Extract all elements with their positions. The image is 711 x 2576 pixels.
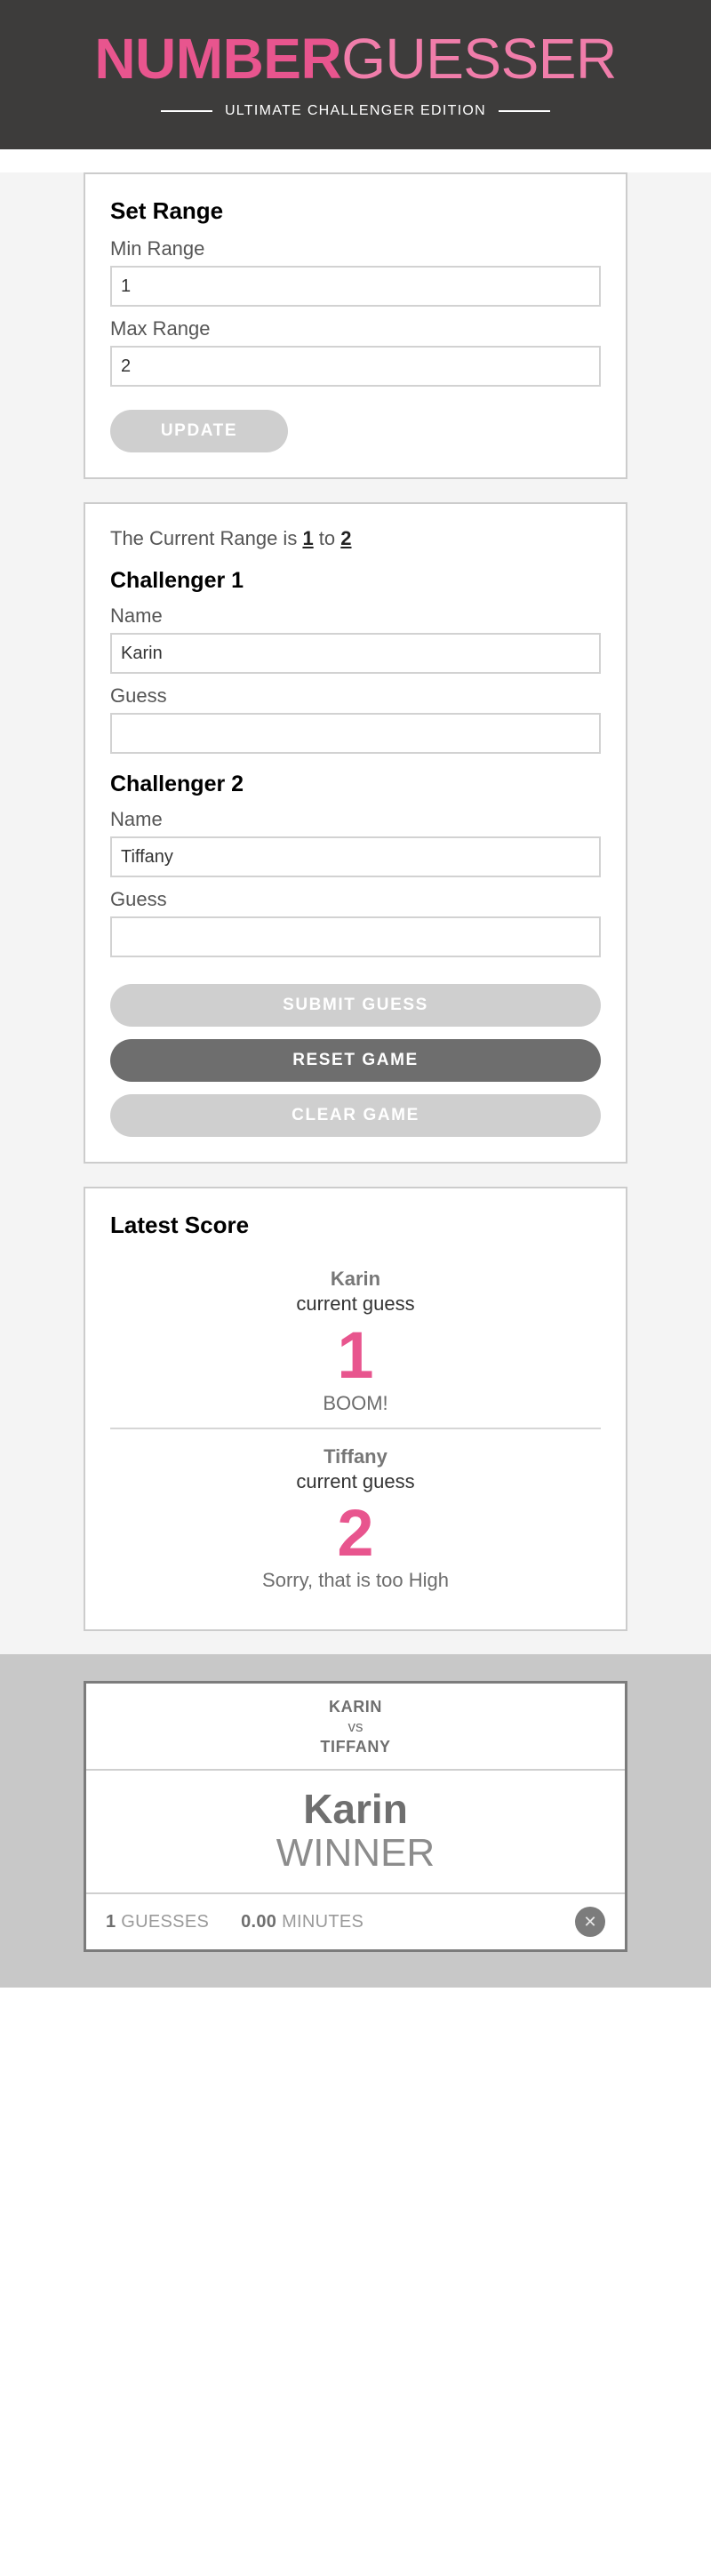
matchup-vs-label: vs: [348, 1718, 363, 1736]
game-button-group: SUBMIT GUESS RESET GAME CLEAR GAME: [110, 984, 601, 1137]
logo-thin-text: GUESSER: [341, 27, 617, 91]
logo-bold-text: NUMBER: [94, 27, 342, 91]
challenger-2-name-label: Name: [110, 808, 163, 830]
score-entry: Karin current guess 1 BOOM!: [110, 1252, 601, 1428]
current-range-text: The Current Range is 1 to 2: [110, 527, 601, 550]
score-entry-message: BOOM!: [323, 1391, 388, 1414]
challenger-2-name-input[interactable]: [110, 836, 601, 877]
score-entry-name: Karin: [330, 1268, 381, 1290]
current-range-min: 1: [302, 527, 314, 549]
score-entry-sublabel: current guess: [296, 1469, 415, 1492]
score-entry-value: 1: [337, 1318, 374, 1392]
score-entry: Tiffany current guess 2 Sorry, that is t…: [110, 1427, 601, 1605]
app-tagline: ULTIMATE CHALLENGER EDITION: [160, 103, 551, 119]
close-icon[interactable]: ✕: [575, 1907, 605, 1938]
matchup-player-one: KARIN: [329, 1698, 382, 1716]
minutes-value: 0.00: [241, 1911, 277, 1932]
guesses-value: 1: [106, 1911, 116, 1932]
matchup-player-two: TIFFANY: [320, 1738, 391, 1756]
latest-score-title: Latest Score: [110, 1212, 250, 1238]
current-range-mid: to: [313, 527, 341, 549]
minutes-stat: 0.00 MINUTES: [241, 1912, 363, 1932]
challenger-1-heading: Challenger 1: [110, 568, 244, 593]
submit-guess-button[interactable]: SUBMIT GUESS: [110, 984, 601, 1027]
tagline-rule-right-icon: [499, 110, 551, 112]
current-range-max: 2: [340, 527, 352, 549]
update-range-button[interactable]: UPDATE: [110, 410, 288, 452]
challenger-2-heading: Challenger 2: [110, 772, 244, 796]
winner-label: WINNER: [276, 1830, 435, 1875]
challenger-2-guess-label: Guess: [110, 888, 167, 910]
max-range-label: Max Range: [110, 317, 211, 340]
winner-body: Karin WINNER: [86, 1771, 625, 1895]
winner-name: Karin: [303, 1786, 408, 1833]
max-range-input[interactable]: [110, 346, 601, 387]
tagline-text: ULTIMATE CHALLENGER EDITION: [224, 103, 487, 118]
guesses-stat: 1 GUESSES: [106, 1912, 209, 1932]
winner-card: KARIN vs TIFFANY Karin WINNER 1 GUESSES …: [84, 1681, 627, 1953]
app-logo: NUMBERGUESSER: [94, 30, 617, 87]
minutes-label: MINUTES: [276, 1911, 364, 1932]
challenger-2-guess-input[interactable]: [110, 916, 601, 957]
winner-section: KARIN vs TIFFANY Karin WINNER 1 GUESSES …: [0, 1654, 711, 1988]
score-entry-sublabel: current guess: [296, 1292, 415, 1315]
clear-game-button[interactable]: CLEAR GAME: [110, 1094, 601, 1137]
set-range-title: Set Range: [110, 197, 224, 224]
winner-matchup: KARIN vs TIFFANY: [86, 1684, 625, 1772]
latest-score-card: Latest Score Karin current guess 1 BOOM!…: [84, 1187, 627, 1632]
app-header: NUMBERGUESSER ULTIMATE CHALLENGER EDITIO…: [0, 0, 711, 149]
challenger-1-guess-label: Guess: [110, 684, 167, 707]
challenger-1-guess-input[interactable]: [110, 713, 601, 754]
winner-stats: 1 GUESSES 0.00 MINUTES ✕: [86, 1894, 625, 1949]
challenger-1-name-input[interactable]: [110, 633, 601, 674]
score-entry-message: Sorry, that is too High: [262, 1569, 449, 1592]
guesses-label: GUESSES: [116, 1911, 210, 1932]
game-card: The Current Range is 1 to 2 Challenger 1…: [84, 502, 627, 1164]
current-range-prefix: The Current Range is: [110, 527, 303, 549]
challenger-1-name-label: Name: [110, 604, 163, 627]
reset-game-button[interactable]: RESET GAME: [110, 1039, 601, 1082]
page-body: Set Range Min Range Max Range UPDATE The…: [0, 172, 711, 1655]
score-entry-value: 2: [337, 1495, 374, 1570]
min-range-label: Min Range: [110, 237, 205, 260]
min-range-input[interactable]: [110, 266, 601, 307]
set-range-card: Set Range Min Range Max Range UPDATE: [84, 172, 627, 479]
score-entry-name: Tiffany: [324, 1444, 387, 1468]
tagline-rule-left-icon: [160, 110, 212, 112]
